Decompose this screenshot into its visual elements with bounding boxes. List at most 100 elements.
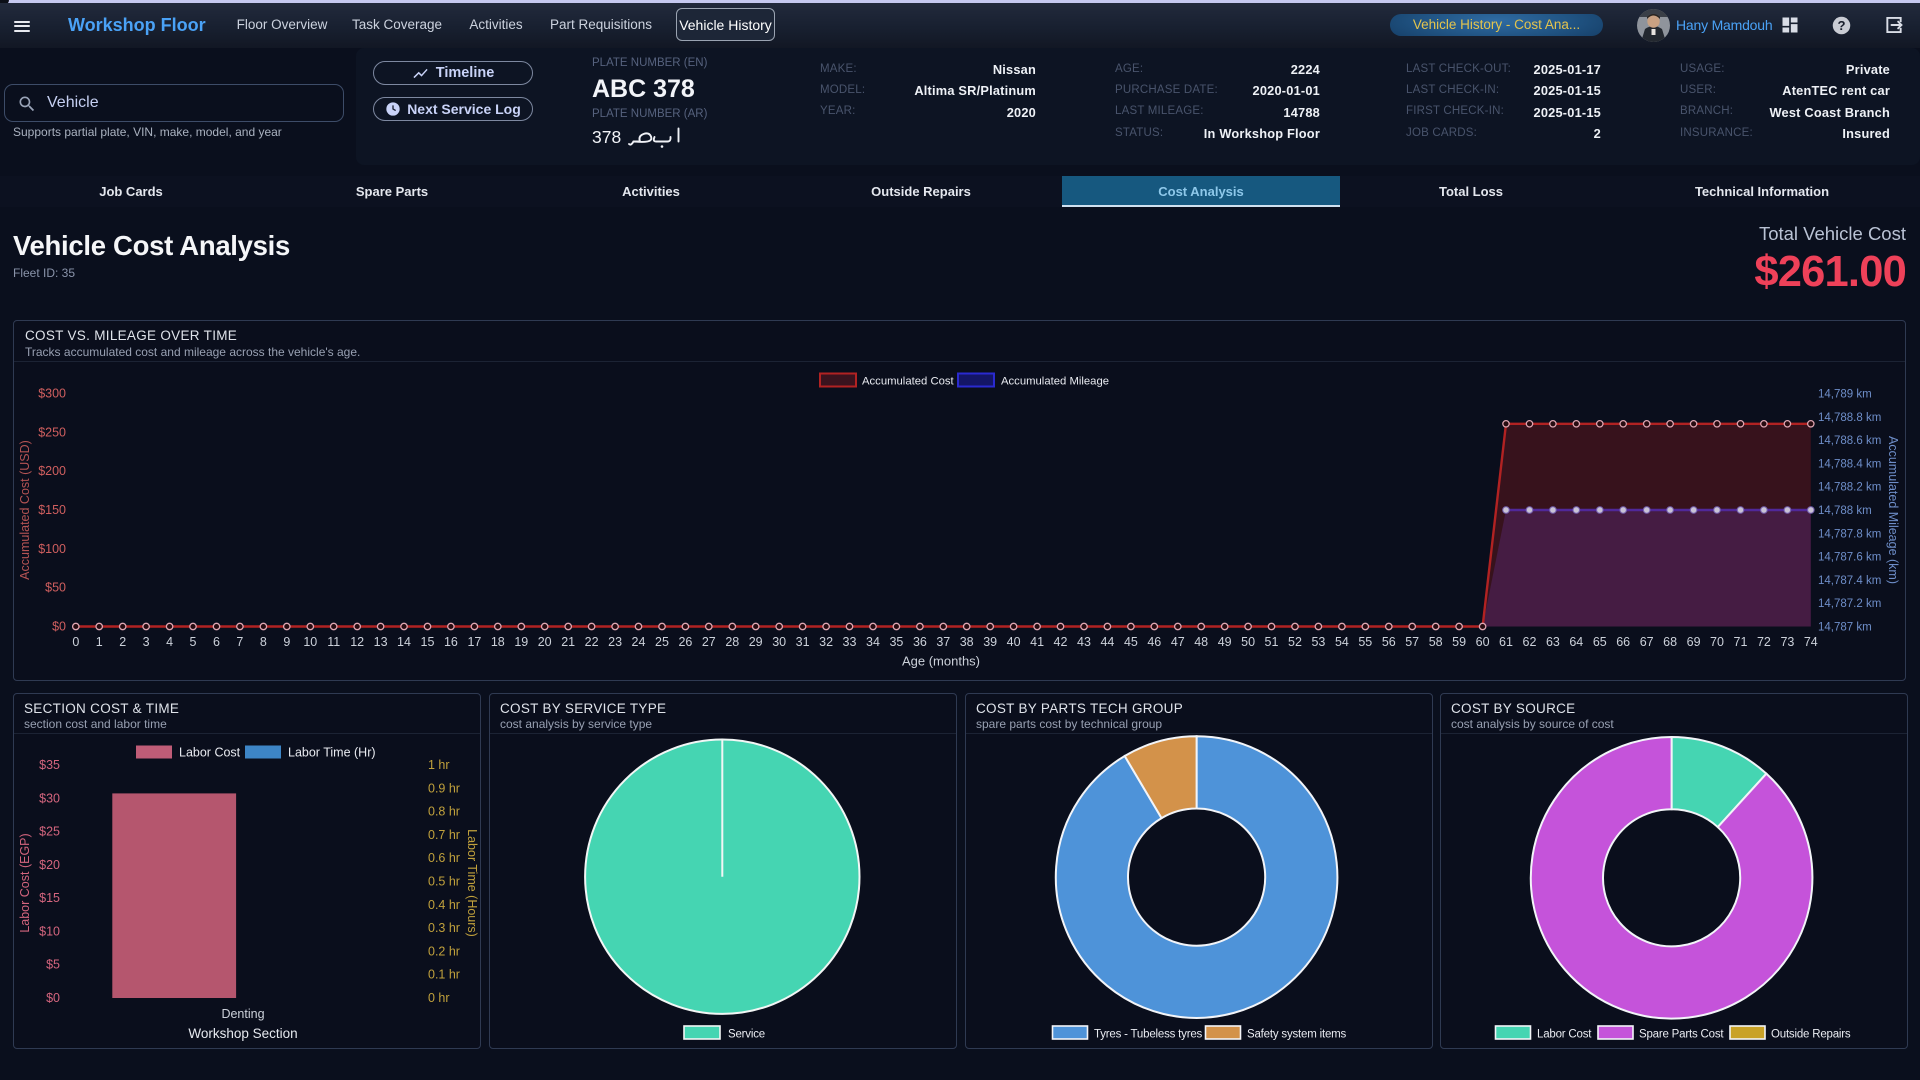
svg-text:14,787.6 km: 14,787.6 km — [1818, 552, 1881, 564]
svg-text:51: 51 — [1265, 635, 1279, 649]
svg-text:25: 25 — [655, 635, 669, 649]
svg-text:33: 33 — [843, 635, 857, 649]
svg-text:Labor Cost: Labor Cost — [179, 746, 241, 760]
svg-text:59: 59 — [1452, 635, 1466, 649]
svg-text:$35: $35 — [39, 758, 60, 772]
svg-text:39: 39 — [983, 635, 997, 649]
svg-text:22: 22 — [585, 635, 599, 649]
svg-text:37: 37 — [936, 635, 950, 649]
svg-text:71: 71 — [1734, 635, 1748, 649]
svg-text:47: 47 — [1171, 635, 1185, 649]
svg-text:Spare Parts Cost: Spare Parts Cost — [1639, 1029, 1724, 1041]
svg-text:Safety system items: Safety system items — [1247, 1029, 1347, 1041]
svg-text:40: 40 — [1007, 635, 1021, 649]
svg-text:66: 66 — [1616, 635, 1630, 649]
svg-text:3: 3 — [143, 635, 150, 649]
svg-text:16: 16 — [444, 635, 458, 649]
svg-text:$100: $100 — [38, 542, 66, 556]
svg-text:26: 26 — [678, 635, 692, 649]
svg-text:15: 15 — [421, 635, 435, 649]
svg-text:74: 74 — [1804, 635, 1818, 649]
svg-text:13: 13 — [374, 635, 388, 649]
svg-text:58: 58 — [1429, 635, 1443, 649]
svg-text:$150: $150 — [38, 503, 66, 517]
svg-text:Accumulated Mileage (km): Accumulated Mileage (km) — [1886, 436, 1900, 584]
svg-text:$30: $30 — [39, 791, 60, 805]
svg-text:$0: $0 — [52, 620, 66, 634]
svg-text:14,787.4 km: 14,787.4 km — [1818, 575, 1881, 587]
svg-text:48: 48 — [1194, 635, 1208, 649]
svg-text:$50: $50 — [45, 581, 66, 595]
svg-text:35: 35 — [889, 635, 903, 649]
svg-text:Age (months): Age (months) — [902, 654, 980, 669]
svg-text:9: 9 — [283, 635, 290, 649]
svg-text:42: 42 — [1054, 635, 1068, 649]
svg-text:43: 43 — [1077, 635, 1091, 649]
svg-text:27: 27 — [702, 635, 716, 649]
svg-text:Labor Cost: Labor Cost — [1537, 1029, 1592, 1041]
svg-text:29: 29 — [749, 635, 763, 649]
svg-text:36: 36 — [913, 635, 927, 649]
svg-text:46: 46 — [1147, 635, 1161, 649]
svg-text:19: 19 — [514, 635, 528, 649]
svg-text:6: 6 — [213, 635, 220, 649]
svg-text:31: 31 — [796, 635, 810, 649]
svg-text:14,788.6 km: 14,788.6 km — [1818, 435, 1881, 447]
svg-text:1 hr: 1 hr — [428, 758, 450, 772]
svg-text:52: 52 — [1288, 635, 1302, 649]
svg-text:Labor Cost (EGP): Labor Cost (EGP) — [18, 833, 32, 932]
svg-text:14,787.8 km: 14,787.8 km — [1818, 528, 1881, 540]
svg-text:8: 8 — [260, 635, 267, 649]
svg-text:Workshop Section: Workshop Section — [188, 1026, 297, 1041]
svg-text:7: 7 — [236, 635, 243, 649]
svg-text:$20: $20 — [39, 858, 60, 872]
svg-text:1: 1 — [96, 635, 103, 649]
svg-text:14: 14 — [397, 635, 411, 649]
svg-text:14,788 km: 14,788 km — [1818, 505, 1872, 517]
svg-text:$15: $15 — [39, 891, 60, 905]
svg-text:38: 38 — [960, 635, 974, 649]
svg-text:0.4 hr: 0.4 hr — [428, 898, 460, 912]
svg-text:14,788.4 km: 14,788.4 km — [1818, 458, 1881, 470]
svg-text:0 hr: 0 hr — [428, 991, 450, 1005]
svg-text:65: 65 — [1593, 635, 1607, 649]
svg-text:23: 23 — [608, 635, 622, 649]
svg-text:5: 5 — [190, 635, 197, 649]
svg-text:30: 30 — [772, 635, 786, 649]
svg-text:$25: $25 — [39, 825, 60, 839]
svg-text:17: 17 — [467, 635, 481, 649]
svg-text:64: 64 — [1569, 635, 1583, 649]
svg-text:14,787 km: 14,787 km — [1818, 622, 1872, 634]
svg-text:24: 24 — [632, 635, 646, 649]
svg-text:54: 54 — [1335, 635, 1349, 649]
svg-text:0.1 hr: 0.1 hr — [428, 968, 460, 982]
svg-text:Accumulated Cost: Accumulated Cost — [862, 376, 955, 388]
svg-text:63: 63 — [1546, 635, 1560, 649]
svg-text:18: 18 — [491, 635, 505, 649]
svg-text:70: 70 — [1710, 635, 1724, 649]
svg-text:$5: $5 — [46, 958, 60, 972]
svg-text:62: 62 — [1523, 635, 1537, 649]
svg-text:0.5 hr: 0.5 hr — [428, 875, 460, 889]
svg-text:34: 34 — [866, 635, 880, 649]
svg-text:$10: $10 — [39, 924, 60, 938]
svg-text:Tyres - Tubeless tyres: Tyres - Tubeless tyres — [1094, 1029, 1203, 1041]
svg-text:49: 49 — [1218, 635, 1232, 649]
svg-text:$0: $0 — [46, 991, 60, 1005]
svg-text:14,787.2 km: 14,787.2 km — [1818, 598, 1881, 610]
svg-text:28: 28 — [725, 635, 739, 649]
svg-text:0.8 hr: 0.8 hr — [428, 805, 460, 819]
svg-text:0.7 hr: 0.7 hr — [428, 828, 460, 842]
svg-text:Denting: Denting — [221, 1007, 264, 1021]
svg-text:73: 73 — [1780, 635, 1794, 649]
svg-text:67: 67 — [1640, 635, 1654, 649]
svg-text:32: 32 — [819, 635, 833, 649]
svg-text:14,788.2 km: 14,788.2 km — [1818, 482, 1881, 494]
svg-text:$250: $250 — [38, 425, 66, 439]
svg-text:Labor Time (Hours): Labor Time (Hours) — [465, 829, 479, 937]
svg-text:44: 44 — [1100, 635, 1114, 649]
svg-text:57: 57 — [1405, 635, 1419, 649]
svg-text:14,788.8 km: 14,788.8 km — [1818, 412, 1881, 424]
svg-text:21: 21 — [561, 635, 575, 649]
svg-text:0.3 hr: 0.3 hr — [428, 921, 460, 935]
